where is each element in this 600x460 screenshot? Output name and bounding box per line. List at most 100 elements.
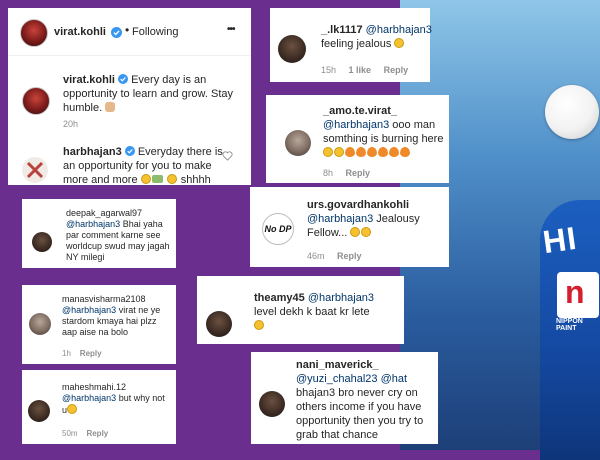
comment-username[interactable]: urs.govardhankohli <box>307 199 409 211</box>
more-options-icon[interactable]: ••• <box>227 24 235 35</box>
sponsor-logo-caption: NIPPON PAINT <box>556 318 583 332</box>
comment-text: _amo.te.virat_ @harbhajan3 ooo man somth… <box>323 104 443 160</box>
reply-button[interactable]: Reply <box>346 168 371 178</box>
comment-meta: 8h Reply <box>323 168 370 178</box>
caption-username[interactable]: virat.kohli <box>63 74 115 86</box>
comment-line: Bhai yaha <box>122 219 163 229</box>
grin-emoji-icon <box>350 227 361 237</box>
comment-likes[interactable]: 1 like <box>349 65 372 75</box>
verified-badge-icon <box>124 146 135 156</box>
comment-text: maheshmahi.12 @harbhajan3 but why not u <box>62 382 165 416</box>
comment-meta: 46m Reply <box>307 251 362 261</box>
comment-line: NY milegi <box>66 252 105 262</box>
comment-timestamp: 46m <box>307 251 325 261</box>
comment-line: par comment karne see <box>66 230 161 240</box>
grin-emoji-icon <box>254 320 264 330</box>
comment-mention[interactable]: @harbhajan3 <box>323 119 389 131</box>
comment-line-2: an opportunity for you to make <box>63 160 212 172</box>
comment-username[interactable]: maheshmahi.12 <box>62 382 126 392</box>
post-author-username[interactable]: virat.kohli <box>54 26 106 38</box>
comment-timestamp: 50m <box>62 429 78 438</box>
harbhajan-comment: harbhajan3 Everyday there is an opportun… <box>63 145 223 187</box>
comment-mention[interactable]: @yuzi_chahal23 <box>296 373 378 385</box>
verified-badge-icon <box>111 25 122 43</box>
comment-card-govardhan: No DP urs.govardhankohli @harbhajan3 Jea… <box>250 187 449 267</box>
comment-mention[interactable]: @harbhajan3 <box>307 213 373 225</box>
comment-mention[interactable]: @harbhajan3 <box>308 292 374 304</box>
comment-meta: 50m Reply <box>62 429 108 438</box>
comment-username[interactable]: _.lk1117 <box>321 24 363 36</box>
money-bag-emoji-icon <box>140 174 151 184</box>
comment-text: nani_maverick_ @yuzi_chahal23 @hat bhaja… <box>296 358 423 442</box>
comment-line: worldcup swud may jagah <box>66 241 170 251</box>
comment-username[interactable]: _amo.te.virat_ <box>323 105 397 117</box>
comment-timestamp: 1h <box>62 349 71 358</box>
comment-text: theamy45 @harbhajan3 level dekh k baat k… <box>254 291 374 333</box>
fire-emoji-icon <box>400 147 410 157</box>
sponsor-logo-letter: n <box>565 274 585 310</box>
cricket-ball-image <box>545 85 599 139</box>
caption-line-1: Every day is an <box>131 74 207 86</box>
wow-emoji-icon <box>334 147 344 157</box>
comment-line-3: more and more <box>63 174 138 186</box>
comment-text: deepak_agarwal97 @harbhajan3 Bhai yaha p… <box>66 208 170 263</box>
comment-mention[interactable]: @harbhajan3 <box>62 393 116 403</box>
grin-emoji-icon <box>166 174 177 184</box>
fire-emoji-icon <box>378 147 388 157</box>
comment-line: opportunity then you try to <box>296 415 424 427</box>
commenter-avatar[interactable] <box>206 311 232 337</box>
reply-button[interactable]: Reply <box>86 429 108 438</box>
harbhajan-avatar[interactable] <box>22 157 48 183</box>
comment-line: Fellow... <box>307 227 348 239</box>
instagram-post-card: virat.kohli • Following ••• virat.kohli … <box>8 8 251 187</box>
comment-timestamp: 15h <box>321 65 337 75</box>
grin-emoji-icon <box>394 38 405 48</box>
comment-card-mahesh: maheshmahi.12 @harbhajan3 but why not u … <box>22 370 176 444</box>
commenter-avatar[interactable] <box>32 232 52 252</box>
comment-mention[interactable]: @hat <box>381 373 407 385</box>
commenter-avatar[interactable] <box>285 130 311 156</box>
caption-line-3: humble. <box>63 102 103 114</box>
wow-emoji-icon <box>323 147 333 157</box>
following-button[interactable]: Following <box>132 26 178 38</box>
reply-button[interactable]: Reply <box>80 349 102 358</box>
commenter-avatar[interactable] <box>28 400 50 422</box>
comment-line: grab that chance <box>296 429 378 441</box>
reply-button[interactable]: Reply <box>384 65 409 75</box>
comment-text: _.lk1117 @harbhajan3 feeling jealous <box>321 23 432 51</box>
verified-badge-icon <box>118 74 129 84</box>
header-divider <box>8 55 251 56</box>
commenter-avatar[interactable] <box>259 391 285 417</box>
post-author-avatar[interactable] <box>20 19 48 47</box>
comment-mention[interactable]: @harbhajan3 <box>62 305 116 315</box>
caption-avatar[interactable] <box>22 87 50 115</box>
no-dp-avatar[interactable]: No DP <box>262 213 294 245</box>
like-heart-icon[interactable] <box>222 148 233 166</box>
caption-text: virat.kohli Every day is an opportunity … <box>63 73 233 115</box>
comment-username[interactable]: manasvisharma2108 <box>62 294 146 304</box>
fire-emoji-icon <box>367 147 377 157</box>
grin-emoji-icon <box>67 404 78 414</box>
comment-line: level dekh k baat kr lete <box>254 306 370 318</box>
comment-line: but why not <box>118 393 165 403</box>
comment-text: urs.govardhankohli @harbhajan3 Jealousy … <box>307 198 420 240</box>
comment-line-1: Everyday there is <box>137 146 223 158</box>
comment-username[interactable]: deepak_agarwal97 <box>66 208 142 218</box>
commenter-avatar[interactable] <box>29 313 51 335</box>
fire-emoji-icon <box>356 147 366 157</box>
comment-line: aap aise na bolo <box>62 327 129 337</box>
reply-button[interactable]: Reply <box>337 251 362 261</box>
comment-meta: 15h 1 like Reply <box>321 65 408 75</box>
comment-mention[interactable]: @harbhajan3 <box>66 219 120 229</box>
comment-username[interactable]: nani_maverick_ <box>296 359 379 371</box>
money-emoji-icon <box>151 175 163 183</box>
comment-card-theamy: theamy45 @harbhajan3 level dekh k baat k… <box>197 276 404 344</box>
fire-emoji-icon <box>345 147 355 157</box>
comment-line: feeling jealous <box>321 38 392 50</box>
comment-mention[interactable]: @harbhajan3 <box>366 24 432 36</box>
comment-username[interactable]: theamy45 <box>254 292 305 304</box>
comment-username[interactable]: harbhajan3 <box>63 146 122 158</box>
comment-card-lk1117: _.lk1117 @harbhajan3 feeling jealous 15h… <box>270 8 432 82</box>
commenter-avatar[interactable] <box>278 35 306 63</box>
caption-line-2: opportunity to learn and grow. Stay <box>63 88 233 100</box>
